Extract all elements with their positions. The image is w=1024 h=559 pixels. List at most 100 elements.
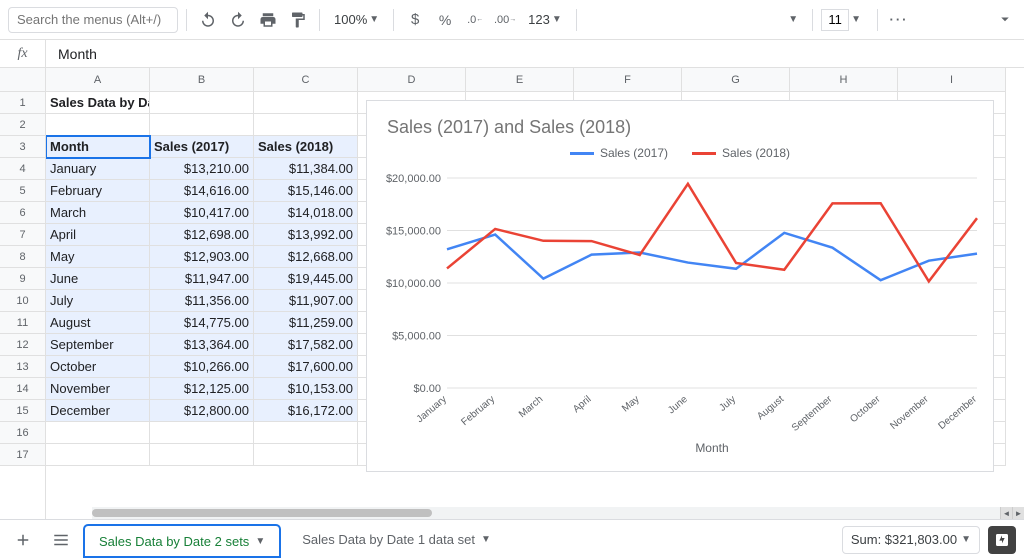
cell[interactable]: $12,125.00 — [150, 378, 254, 400]
cell[interactable]: $15,146.00 — [254, 180, 358, 202]
percent-button[interactable]: % — [432, 7, 458, 33]
cell[interactable]: $14,616.00 — [150, 180, 254, 202]
cell[interactable]: $10,266.00 — [150, 356, 254, 378]
row-header[interactable]: 11 — [0, 312, 45, 334]
scroll-left-icon[interactable]: ◄ — [1000, 507, 1012, 519]
column-header[interactable]: I — [898, 68, 1006, 92]
add-sheet-button[interactable] — [8, 525, 38, 555]
cell[interactable]: October — [46, 356, 150, 378]
cell[interactable]: December — [46, 400, 150, 422]
cell[interactable]: April — [46, 224, 150, 246]
column-header[interactable]: F — [574, 68, 682, 92]
scrollbar-thumb[interactable] — [92, 509, 432, 517]
scroll-right-icon[interactable]: ► — [1012, 507, 1024, 519]
cell[interactable]: Sales (2018) — [254, 136, 358, 158]
cell[interactable]: $12,698.00 — [150, 224, 254, 246]
redo-button[interactable] — [225, 7, 251, 33]
row-header[interactable]: 8 — [0, 246, 45, 268]
cell[interactable]: $17,582.00 — [254, 334, 358, 356]
embedded-chart[interactable]: Sales (2017) and Sales (2018) Sales (201… — [366, 100, 994, 472]
more-button[interactable]: ··· — [886, 7, 912, 33]
row-header[interactable]: 15 — [0, 400, 45, 422]
cell[interactable] — [46, 114, 150, 136]
cell[interactable]: $13,210.00 — [150, 158, 254, 180]
cell[interactable] — [150, 92, 254, 114]
increase-decimal-button[interactable]: .00→ — [492, 7, 518, 33]
cell[interactable]: $13,992.00 — [254, 224, 358, 246]
quick-sum-dropdown[interactable]: Sum: $321,803.00 ▼ — [842, 526, 980, 554]
cell[interactable] — [46, 422, 150, 444]
sheet-tab-active[interactable]: Sales Data by Date 2 sets ▼ — [84, 525, 280, 557]
cell[interactable] — [254, 92, 358, 114]
cell[interactable]: November — [46, 378, 150, 400]
cell[interactable]: $11,947.00 — [150, 268, 254, 290]
cell[interactable]: February — [46, 180, 150, 202]
cell[interactable]: $13,364.00 — [150, 334, 254, 356]
cell[interactable]: $10,417.00 — [150, 202, 254, 224]
column-header[interactable]: E — [466, 68, 574, 92]
cell[interactable]: $17,600.00 — [254, 356, 358, 378]
explore-button[interactable] — [988, 526, 1016, 554]
sheet-tab[interactable]: Sales Data by Date 1 data set ▼ — [288, 524, 505, 556]
cell[interactable]: $12,903.00 — [150, 246, 254, 268]
zoom-dropdown[interactable]: 100% ▼ — [328, 12, 385, 27]
cell[interactable] — [46, 444, 150, 466]
column-header[interactable]: C — [254, 68, 358, 92]
cell[interactable]: $11,907.00 — [254, 290, 358, 312]
row-header[interactable]: 17 — [0, 444, 45, 466]
undo-button[interactable] — [195, 7, 221, 33]
cell[interactable]: Sales (2017) — [150, 136, 254, 158]
cell[interactable]: $10,153.00 — [254, 378, 358, 400]
column-header[interactable]: B — [150, 68, 254, 92]
row-header[interactable]: 16 — [0, 422, 45, 444]
cell[interactable]: May — [46, 246, 150, 268]
cell[interactable] — [150, 444, 254, 466]
cell[interactable]: September — [46, 334, 150, 356]
cell[interactable]: $12,668.00 — [254, 246, 358, 268]
row-header[interactable]: 1 — [0, 92, 45, 114]
cell[interactable]: Sales Data by Date — [46, 92, 150, 114]
select-all-corner[interactable] — [0, 68, 45, 92]
cell[interactable]: $11,259.00 — [254, 312, 358, 334]
number-format-dropdown[interactable]: 123 ▼ — [522, 12, 568, 27]
row-header[interactable]: 10 — [0, 290, 45, 312]
row-header[interactable]: 7 — [0, 224, 45, 246]
paint-format-button[interactable] — [285, 7, 311, 33]
row-header[interactable]: 5 — [0, 180, 45, 202]
column-header[interactable]: H — [790, 68, 898, 92]
cell[interactable] — [150, 114, 254, 136]
cell[interactable]: $11,356.00 — [150, 290, 254, 312]
cell[interactable] — [150, 422, 254, 444]
row-header[interactable]: 12 — [0, 334, 45, 356]
column-header[interactable]: A — [46, 68, 150, 92]
collapse-toolbar-button[interactable] — [992, 6, 1018, 32]
cell[interactable]: $19,445.00 — [254, 268, 358, 290]
cell[interactable] — [254, 422, 358, 444]
cell[interactable] — [254, 114, 358, 136]
cell[interactable]: $14,775.00 — [150, 312, 254, 334]
row-header[interactable]: 2 — [0, 114, 45, 136]
row-header[interactable]: 9 — [0, 268, 45, 290]
cell[interactable]: Month — [46, 136, 150, 158]
row-header[interactable]: 4 — [0, 158, 45, 180]
all-sheets-button[interactable] — [46, 525, 76, 555]
currency-button[interactable]: $ — [402, 7, 428, 33]
font-size-input[interactable] — [821, 9, 849, 31]
horizontal-scrollbar[interactable]: ◄ ► — [92, 507, 1024, 519]
cell[interactable]: March — [46, 202, 150, 224]
search-menus-input[interactable] — [8, 7, 178, 33]
column-header[interactable]: G — [682, 68, 790, 92]
formula-value[interactable]: Month — [46, 46, 109, 62]
decrease-decimal-button[interactable]: .0← — [462, 7, 488, 33]
cell[interactable]: January — [46, 158, 150, 180]
cell[interactable] — [254, 444, 358, 466]
row-header[interactable]: 14 — [0, 378, 45, 400]
row-header[interactable]: 13 — [0, 356, 45, 378]
cell[interactable]: $11,384.00 — [254, 158, 358, 180]
font-dropdown[interactable]: ▼ — [782, 14, 804, 25]
row-header[interactable]: 3 — [0, 136, 45, 158]
print-button[interactable] — [255, 7, 281, 33]
cell[interactable]: June — [46, 268, 150, 290]
cell[interactable]: $14,018.00 — [254, 202, 358, 224]
cell[interactable]: $16,172.00 — [254, 400, 358, 422]
